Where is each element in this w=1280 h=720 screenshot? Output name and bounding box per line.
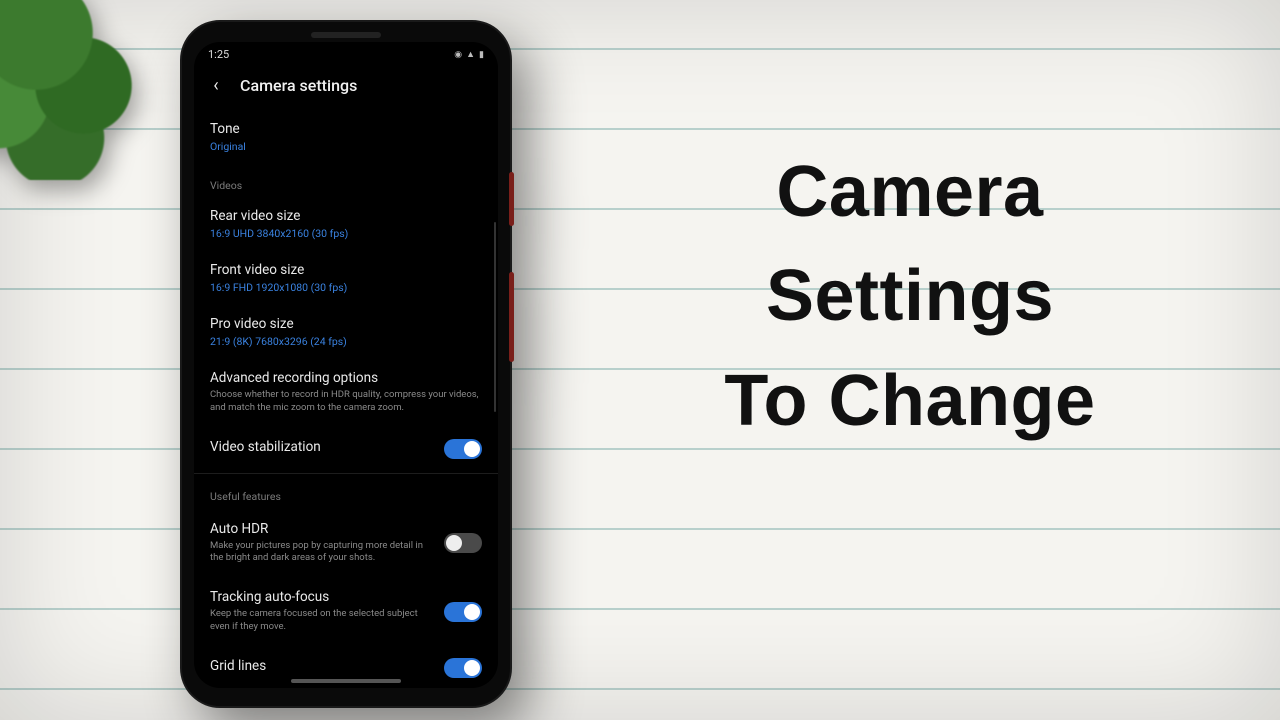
headline-line-3: To Change (724, 361, 1095, 441)
chevron-left-icon: ‹ (213, 75, 218, 96)
navigation-handle[interactable] (291, 679, 401, 683)
back-button[interactable]: ‹ (204, 73, 228, 97)
setting-title: Pro video size (210, 316, 482, 332)
setting-value: 21:9 (8K) 7680x3296 (24 fps) (210, 335, 482, 348)
setting-value: 16:9 UHD 3840x2160 (30 fps) (210, 227, 482, 240)
setting-value: 16:9 FHD 1920x1080 (30 fps) (210, 281, 482, 294)
setting-tracking-autofocus[interactable]: Tracking auto-focus Keep the camera focu… (194, 577, 498, 646)
setting-description: Keep the camera focused on the selected … (210, 608, 434, 634)
scrollbar[interactable] (494, 222, 496, 412)
setting-rear-video-size[interactable]: Rear video size 16:9 UHD 3840x2160 (30 f… (194, 198, 498, 252)
setting-value: Original (210, 140, 482, 153)
settings-header: ‹ Camera settings (194, 63, 498, 111)
phone-side-button (509, 272, 514, 362)
signal-icon: ▲ (466, 49, 475, 60)
setting-title: Rear video size (210, 208, 482, 224)
setting-pro-video-size[interactable]: Pro video size 21:9 (8K) 7680x3296 (24 f… (194, 306, 498, 360)
setting-tone[interactable]: Tone Original (194, 111, 498, 165)
grid-lines-toggle[interactable] (444, 658, 482, 678)
headline-line-2: Settings (766, 256, 1054, 336)
plant-decoration (0, 0, 150, 180)
setting-title: Auto HDR (210, 521, 434, 537)
setting-description: Make your pictures pop by capturing more… (210, 540, 434, 566)
setting-title: Tracking auto-focus (210, 589, 434, 605)
settings-list[interactable]: Tone Original Videos Rear video size 16:… (194, 111, 498, 688)
battery-icon: ▮ (479, 50, 484, 60)
section-videos: Videos (194, 165, 498, 198)
headline-line-1: Camera (776, 152, 1043, 232)
phone-frame: 1:25 ◉ ▲ ▮ ‹ Camera settings Tone Origin… (180, 20, 512, 708)
setting-advanced-recording[interactable]: Advanced recording options Choose whethe… (194, 360, 498, 427)
setting-video-stabilization[interactable]: Video stabilization (194, 427, 498, 471)
phone-speaker (311, 32, 381, 38)
headline-text: Camera Settings To Change (600, 140, 1220, 453)
setting-title: Video stabilization (210, 439, 434, 455)
setting-description: Choose whether to record in HDR quality,… (210, 389, 482, 415)
section-useful-features: Useful features (194, 476, 498, 509)
status-icons: ◉ ▲ ▮ (454, 49, 484, 60)
setting-front-video-size[interactable]: Front video size 16:9 FHD 1920x1080 (30 … (194, 252, 498, 306)
wifi-icon: ◉ (454, 50, 462, 60)
setting-title: Front video size (210, 262, 482, 278)
phone-side-button (509, 172, 514, 226)
setting-title: Grid lines (210, 658, 434, 674)
auto-hdr-toggle[interactable] (444, 533, 482, 553)
setting-title: Advanced recording options (210, 370, 482, 386)
status-bar: 1:25 ◉ ▲ ▮ (194, 42, 498, 63)
video-stabilization-toggle[interactable] (444, 439, 482, 459)
phone-device: 1:25 ◉ ▲ ▮ ‹ Camera settings Tone Origin… (180, 20, 512, 708)
phone-screen: 1:25 ◉ ▲ ▮ ‹ Camera settings Tone Origin… (194, 42, 498, 688)
page-title: Camera settings (240, 76, 357, 95)
tracking-autofocus-toggle[interactable] (444, 602, 482, 622)
setting-title: Tone (210, 121, 482, 137)
setting-auto-hdr[interactable]: Auto HDR Make your pictures pop by captu… (194, 509, 498, 578)
divider (194, 473, 498, 474)
status-time: 1:25 (208, 48, 229, 61)
